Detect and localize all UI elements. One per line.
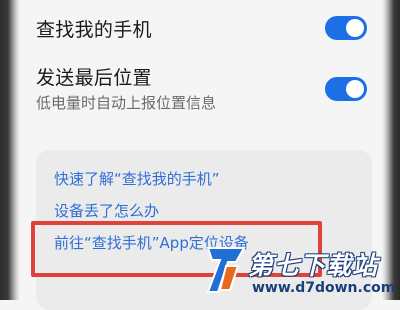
find-my-phone-toggle[interactable] — [325, 16, 367, 40]
device-frame-left — [0, 0, 20, 300]
watermark-logo-icon — [206, 247, 246, 293]
send-last-location-toggle[interactable] — [325, 77, 367, 101]
device-frame-right — [382, 0, 400, 300]
toggle-knob — [346, 80, 364, 98]
watermark-url: www.d7down.com — [252, 280, 396, 296]
watermark-title: 第七下载站 — [248, 251, 379, 280]
send-last-location-label: 发送最后位置 — [36, 67, 152, 89]
toggle-knob — [346, 19, 364, 37]
learn-find-my-phone-link[interactable]: 快速了解“查找我的手机” — [54, 170, 220, 188]
device-lost-link[interactable]: 设备丢了怎么办 — [54, 202, 159, 220]
find-my-phone-label: 查找我的手机 — [36, 19, 152, 41]
send-last-location-description: 低电量时自动上报位置信息 — [36, 94, 217, 112]
